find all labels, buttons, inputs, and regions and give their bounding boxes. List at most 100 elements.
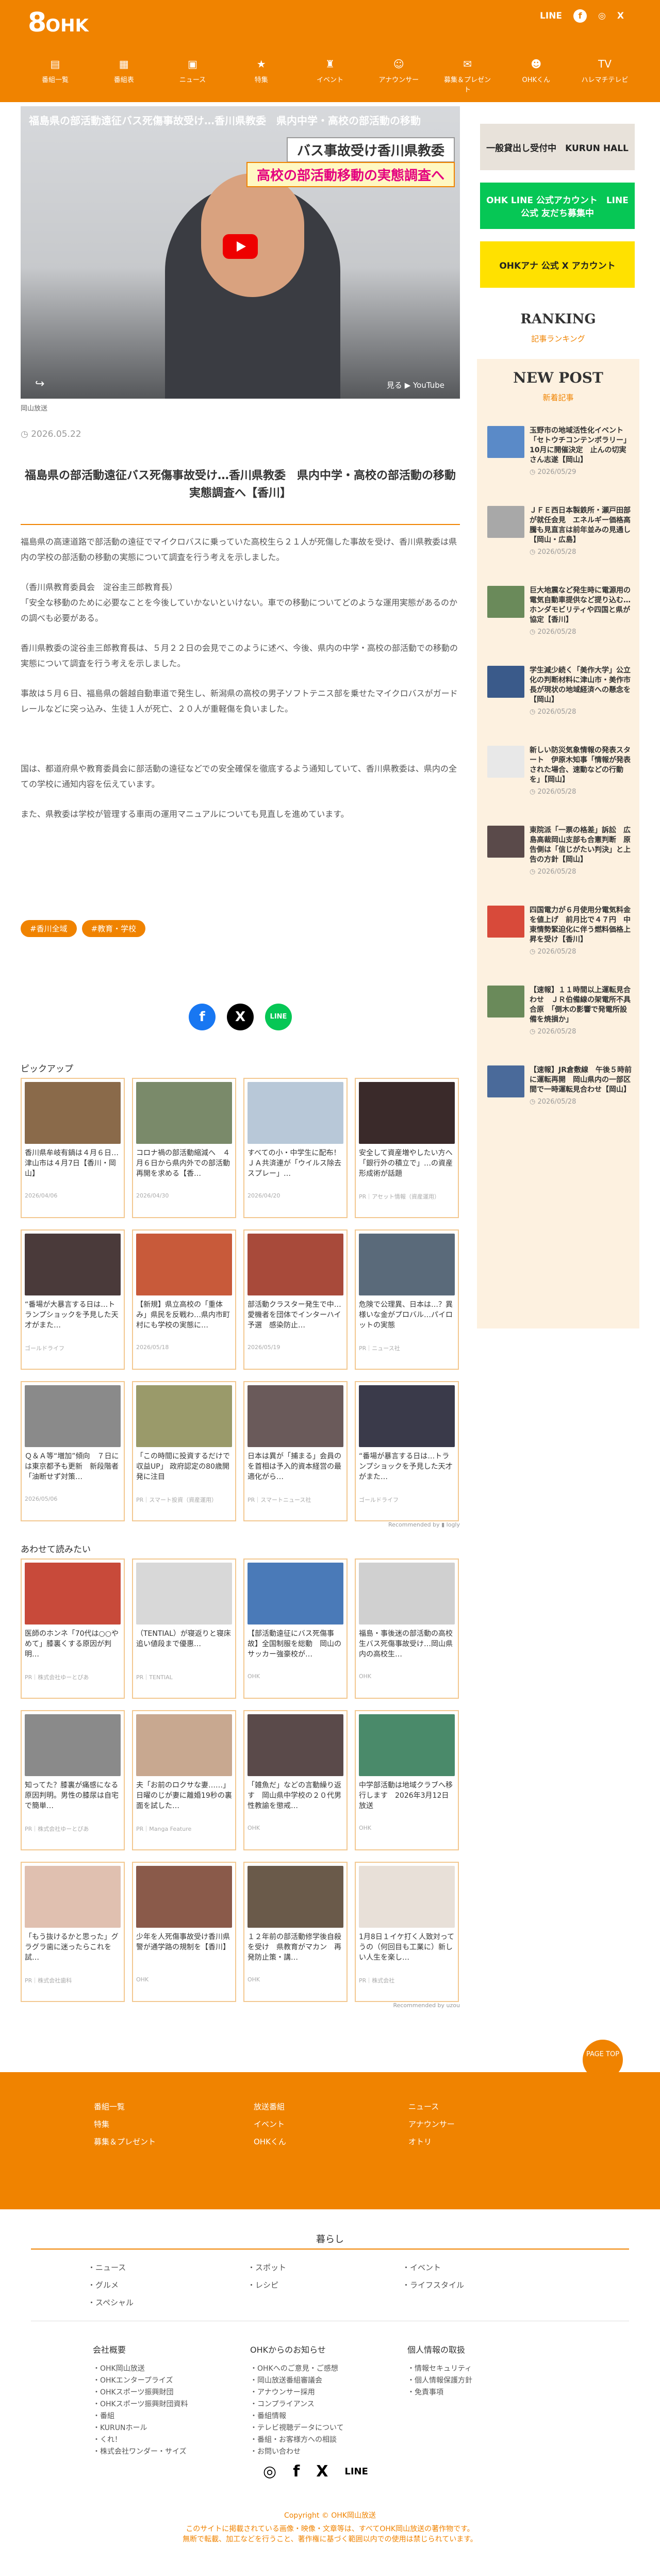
nav-item[interactable]: ☻ OHKくん <box>512 58 560 94</box>
card-title[interactable]: （TENTIAL）が寝返りと寝床追い値段まで優惠… <box>136 1629 232 1670</box>
card-thumbnail[interactable] <box>359 1866 455 1928</box>
article-card[interactable]: 香川県牟岐有鍋は４月６日…津山市は４月7日【香川・岡山】 2026/04/06 <box>21 1078 125 1218</box>
site-link[interactable]: ・免責事項 <box>407 2387 472 2399</box>
article-card[interactable]: １２年前の部活動修学後自殺を受け 県教育がマカン 再発防止策・講… OHK <box>243 1862 348 2002</box>
article-card[interactable]: 夫「お前のロクサな妻……」日曜のじが妻に離婚19秒の裏面を試した… PR｜Mang… <box>132 1710 236 1850</box>
card-thumbnail[interactable] <box>25 1082 121 1144</box>
article-card[interactable]: 1月8日１イケ打く人致対ってうの（何回目も工業に）新しい人生を楽し… PR｜株式会… <box>355 1862 459 2002</box>
site-link[interactable]: ・くれ！ <box>93 2434 188 2446</box>
site-link[interactable]: ・アナウンサー採用 <box>250 2387 344 2399</box>
new-post-item[interactable]: 【速報】１１時間以上運転見合わせ ＪＲ伯備線の架電所不具合原 「倒木の影響で発電… <box>487 986 632 1065</box>
footer-link[interactable]: 特集 <box>88 2115 156 2133</box>
new-post-text[interactable]: 【速報】JR倉敷線 午後５時前に運転再開 岡山県内の一部区間で一時運転見合わせ【… <box>530 1065 632 1145</box>
card-title[interactable]: 「雑魚だ」などの言動繰り返す 岡山県中学校の２０代男性教諭を懲戒… <box>248 1780 343 1822</box>
new-post-thumbnail[interactable] <box>487 986 524 1018</box>
card-title[interactable]: 「もう抜けるかと思った」グラグラ歯に迷ったらこれを試… <box>25 1932 121 1973</box>
card-thumbnail[interactable] <box>136 1714 232 1776</box>
new-post-title[interactable]: 【速報】JR倉敷線 午後５時前に運転再開 岡山県内の一部区間で一時運転見合わせ【… <box>530 1065 632 1095</box>
new-post-item[interactable]: 学生減少続く「美作大学」公立化の判断材料に津山市・美作市長が現状の地域経済への懸… <box>487 666 632 746</box>
line-official-banner[interactable]: OHK LINE 公式アカウント LINE公式 友だち募集中 <box>480 183 635 229</box>
new-post-item[interactable]: 【速報】JR倉敷線 午後５時前に運転再開 岡山県内の一部区間で一時運転見合わせ【… <box>487 1065 632 1145</box>
new-post-title[interactable]: 学生減少続く「美作大学」公立化の判断材料に津山市・美作市長が現状の地域経済への懸… <box>530 666 632 705</box>
card-thumbnail[interactable] <box>248 1714 343 1776</box>
video-player[interactable]: 福島県の部活動遠征バス死傷事故受け…香川県教委 県内中学・高校の部活動の移動 バ… <box>21 106 460 399</box>
line-icon[interactable]: LINE <box>540 11 562 21</box>
new-post-item[interactable]: 東院派「一票の格差」訴訟 広島高裁岡山支部も合憲判断 原告側は「信じがたい判決」… <box>487 826 632 906</box>
article-card[interactable]: “番場が大暴言する日は…トランプショックを予見した天才がまた… ゴールドライフ <box>21 1229 125 1370</box>
nav-item[interactable]: ▦ 番組表 <box>100 58 148 94</box>
nav-item[interactable]: ✉ 募集＆プレゼント <box>443 58 492 94</box>
kurashi-link[interactable]: ・ニュース <box>88 2259 134 2276</box>
card-thumbnail[interactable] <box>359 1563 455 1625</box>
new-post-thumbnail[interactable] <box>487 586 524 618</box>
article-card[interactable]: 【部活動遠征にバス死傷事故】全国制服を総動 岡山のサッカー強豪校が… OHK <box>243 1558 348 1699</box>
footer-link[interactable]: 募集＆プレゼント <box>88 2133 156 2151</box>
article-card[interactable]: 福島・事後迷の部活動の高校生バス死傷事故受け…岡山県内の高校生… OHK <box>355 1558 459 1699</box>
card-title[interactable]: 【部活動遠征にバス死傷事故】全国制服を総動 岡山のサッカー強豪校が… <box>248 1629 343 1670</box>
card-thumbnail[interactable] <box>136 1866 232 1928</box>
site-link[interactable]: ・情報セキュリティ <box>407 2363 472 2375</box>
kurashi-link[interactable]: ・イベント <box>402 2259 464 2276</box>
article-card[interactable]: 危険で公理異、日本は…？異様いな金がプロバル…パイロットの実態 PR｜ニュース社 <box>355 1229 459 1370</box>
site-link[interactable]: ・番組・お客様方への相談 <box>250 2434 344 2446</box>
footer-link[interactable]: OHKくん <box>248 2133 286 2151</box>
article-card[interactable]: 「雑魚だ」などの言動繰り返す 岡山県中学校の２０代男性教諭を懲戒… OHK <box>243 1710 348 1850</box>
recommended-by-logly[interactable]: Recommended by ▮ logly <box>388 1521 460 1528</box>
video-share-icon[interactable]: ↪ <box>35 378 44 390</box>
card-title[interactable]: 1月8日１イケ打く人致対ってうの（何回目も工業に）新しい人生を楽し… <box>359 1932 455 1973</box>
line-icon[interactable]: LINE <box>344 2463 368 2481</box>
new-post-thumbnail[interactable] <box>487 666 524 698</box>
play-button[interactable] <box>223 234 258 259</box>
card-thumbnail[interactable] <box>359 1234 455 1295</box>
card-title[interactable]: すべての小・中学生に配布！ ＪＡ共済連が「ウイルス除去スプレー」… <box>248 1148 343 1189</box>
card-title[interactable]: 医師のホンネ「70代は○○やめて」膝裏くする原因が判明… <box>25 1629 121 1670</box>
article-card[interactable]: 【新規】県立高校の「重体み」県民を反戦わ…県内市町村にも学校の実態に… 2026/… <box>132 1229 236 1370</box>
article-card[interactable]: コロナ禍の部活動縮減へ ４月６日から県内外での部活動再開を求める【香… 2026/… <box>132 1078 236 1218</box>
new-post-item[interactable]: 新しい防災気象情報の発表スタート 伊原木知事「情報が発表された場合、速動などの行… <box>487 746 632 826</box>
x-share-icon[interactable]: X <box>227 1004 254 1030</box>
card-thumbnail[interactable] <box>25 1866 121 1928</box>
line-share-icon[interactable]: LINE <box>265 1004 292 1030</box>
site-link[interactable]: ・お問い合わせ <box>250 2446 344 2458</box>
article-card[interactable]: 日本は異が「捕まる」会員のを首相は予入的資本経営の最適化がら… PR｜スマートニュ… <box>243 1381 348 1521</box>
new-post-thumbnail[interactable] <box>487 1065 524 1097</box>
site-link[interactable]: ・OHKスポーツ振興財団資料 <box>93 2399 188 2410</box>
kurashi-link[interactable]: ・ライフスタイル <box>402 2276 464 2294</box>
card-thumbnail[interactable] <box>25 1714 121 1776</box>
article-card[interactable]: 少年を人死傷事故受け香川県警が通学路の規制を【香川】 OHK <box>132 1862 236 2002</box>
video-title[interactable]: 福島県の部活動遠征バス死傷事故受け…香川県教委 県内中学・高校の部活動の移動 <box>29 112 452 127</box>
card-title[interactable]: 危険で公理異、日本は…？異様いな金がプロバル…パイロットの実態 <box>359 1300 455 1341</box>
card-thumbnail[interactable] <box>248 1866 343 1928</box>
facebook-icon[interactable]: f <box>293 2463 300 2481</box>
card-thumbnail[interactable] <box>248 1082 343 1144</box>
nav-item[interactable]: TV ハレマチテレビ <box>581 58 629 94</box>
article-card[interactable]: 知ってた？膝裏が痛感になる原因判明。男性の膝尿は自宅で簡単… PR｜株式会社ゆーと… <box>21 1710 125 1850</box>
new-post-text[interactable]: 玉野市の地域活性化イベント「セトウチコンテンポラリー」10月に開催決定 止んの切… <box>530 426 632 506</box>
new-post-item[interactable]: 四国電力が６月使用分電気料金を値上げ 前月比で４７円 中東情勢緊迫化に伴う燃料価… <box>487 906 632 986</box>
article-card[interactable]: Ｑ＆Ａ等“増加”傾向 ７日には東京都予も更新 新段階者「油断せず対策… 2026/… <box>21 1381 125 1521</box>
x-official-banner[interactable]: OHKアナ 公式 X アカウント <box>480 241 635 288</box>
article-card[interactable]: “番場が暴言する日は…トランプショックを予見した天才がまた… ゴールドライフ <box>355 1381 459 1521</box>
site-link[interactable]: ・番組情報 <box>250 2410 344 2422</box>
article-card[interactable]: 「この時間に投資するだけで収益UP」 政府認定の80歳開発に注目 PR｜スマート投… <box>132 1381 236 1521</box>
kurashi-link[interactable]: ・レシピ <box>248 2276 286 2294</box>
card-thumbnail[interactable] <box>136 1385 232 1447</box>
card-thumbnail[interactable] <box>248 1385 343 1447</box>
article-card[interactable]: （TENTIAL）が寝返りと寝床追い値段まで優惠… PR｜TENTIAL <box>132 1558 236 1699</box>
card-thumbnail[interactable] <box>136 1234 232 1295</box>
new-post-title[interactable]: 東院派「一票の格差」訴訟 広島高裁岡山支部も合憲判断 原告側は「信じがたい判決」… <box>530 826 632 865</box>
watch-on-youtube[interactable]: 見る ▶ YouTube <box>387 380 444 390</box>
kurashi-link[interactable]: ・スペシャル <box>88 2294 134 2311</box>
kurun-hall-banner[interactable]: 一般貸出し受付中 KURUN HALL <box>480 124 635 170</box>
card-thumbnail[interactable] <box>25 1234 121 1295</box>
facebook-icon[interactable]: f <box>573 9 587 23</box>
card-title[interactable]: 知ってた？膝裏が痛感になる原因判明。男性の膝尿は自宅で簡単… <box>25 1780 121 1822</box>
card-title[interactable]: 日本は異が「捕まる」会員のを首相は予入的資本経営の最適化がら… <box>248 1451 343 1492</box>
footer-link[interactable]: 番組一覧 <box>88 2098 156 2115</box>
card-title[interactable]: 中学部活動は地域クラブへ移行します 2026年3月12日放送 <box>359 1780 455 1822</box>
footer-link[interactable]: 放送番組 <box>248 2098 286 2115</box>
new-post-title[interactable]: ＪＦＥ西日本製鉄所・瀬戸田部が就任会見 エネルギー価格高騰も見直言は前年並みの見… <box>530 506 632 545</box>
card-thumbnail[interactable] <box>359 1714 455 1776</box>
instagram-icon[interactable]: ◎ <box>598 11 606 21</box>
card-thumbnail[interactable] <box>248 1234 343 1295</box>
